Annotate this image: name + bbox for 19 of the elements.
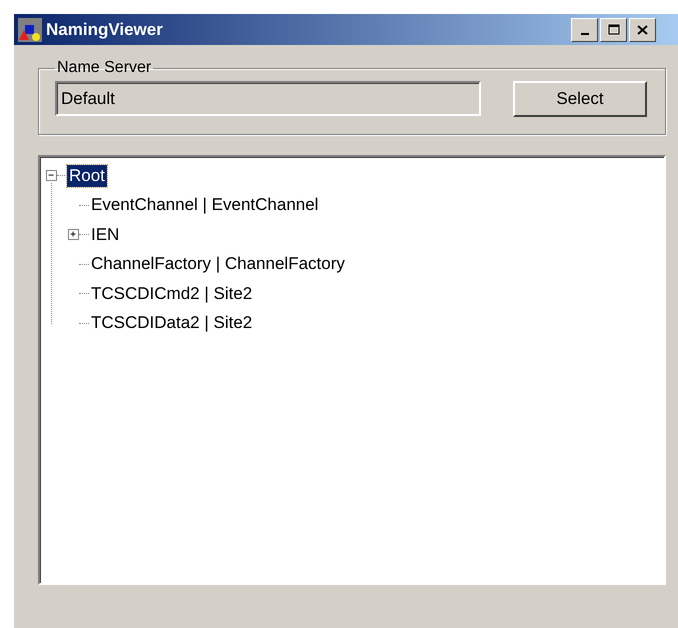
app-icon [18,18,42,42]
window-title: NamingViewer [46,20,164,40]
collapse-icon[interactable] [46,170,57,182]
maximize-button[interactable] [600,18,627,42]
name-server-field[interactable]: Default [55,81,481,116]
group-label: Name Server [56,59,152,77]
close-button[interactable] [629,18,656,42]
close-icon [637,24,648,34]
tree-item[interactable]: ChannelFactory | ChannelFactory [89,253,347,276]
tree-item[interactable]: IEN [89,224,122,246]
select-button[interactable]: Select [513,80,647,116]
tree-item[interactable]: TCSCDICmd2 | Site2 [89,282,254,305]
tree-item[interactable]: TCSCDIData2 | Site2 [89,312,254,334]
expand-icon[interactable] [68,229,79,240]
maximize-icon [608,24,620,35]
minimize-icon [580,32,588,34]
tree-item[interactable]: Root [67,164,107,187]
minimize-button[interactable] [571,18,598,42]
tree-item[interactable]: EventChannel | EventChannel [89,194,320,216]
